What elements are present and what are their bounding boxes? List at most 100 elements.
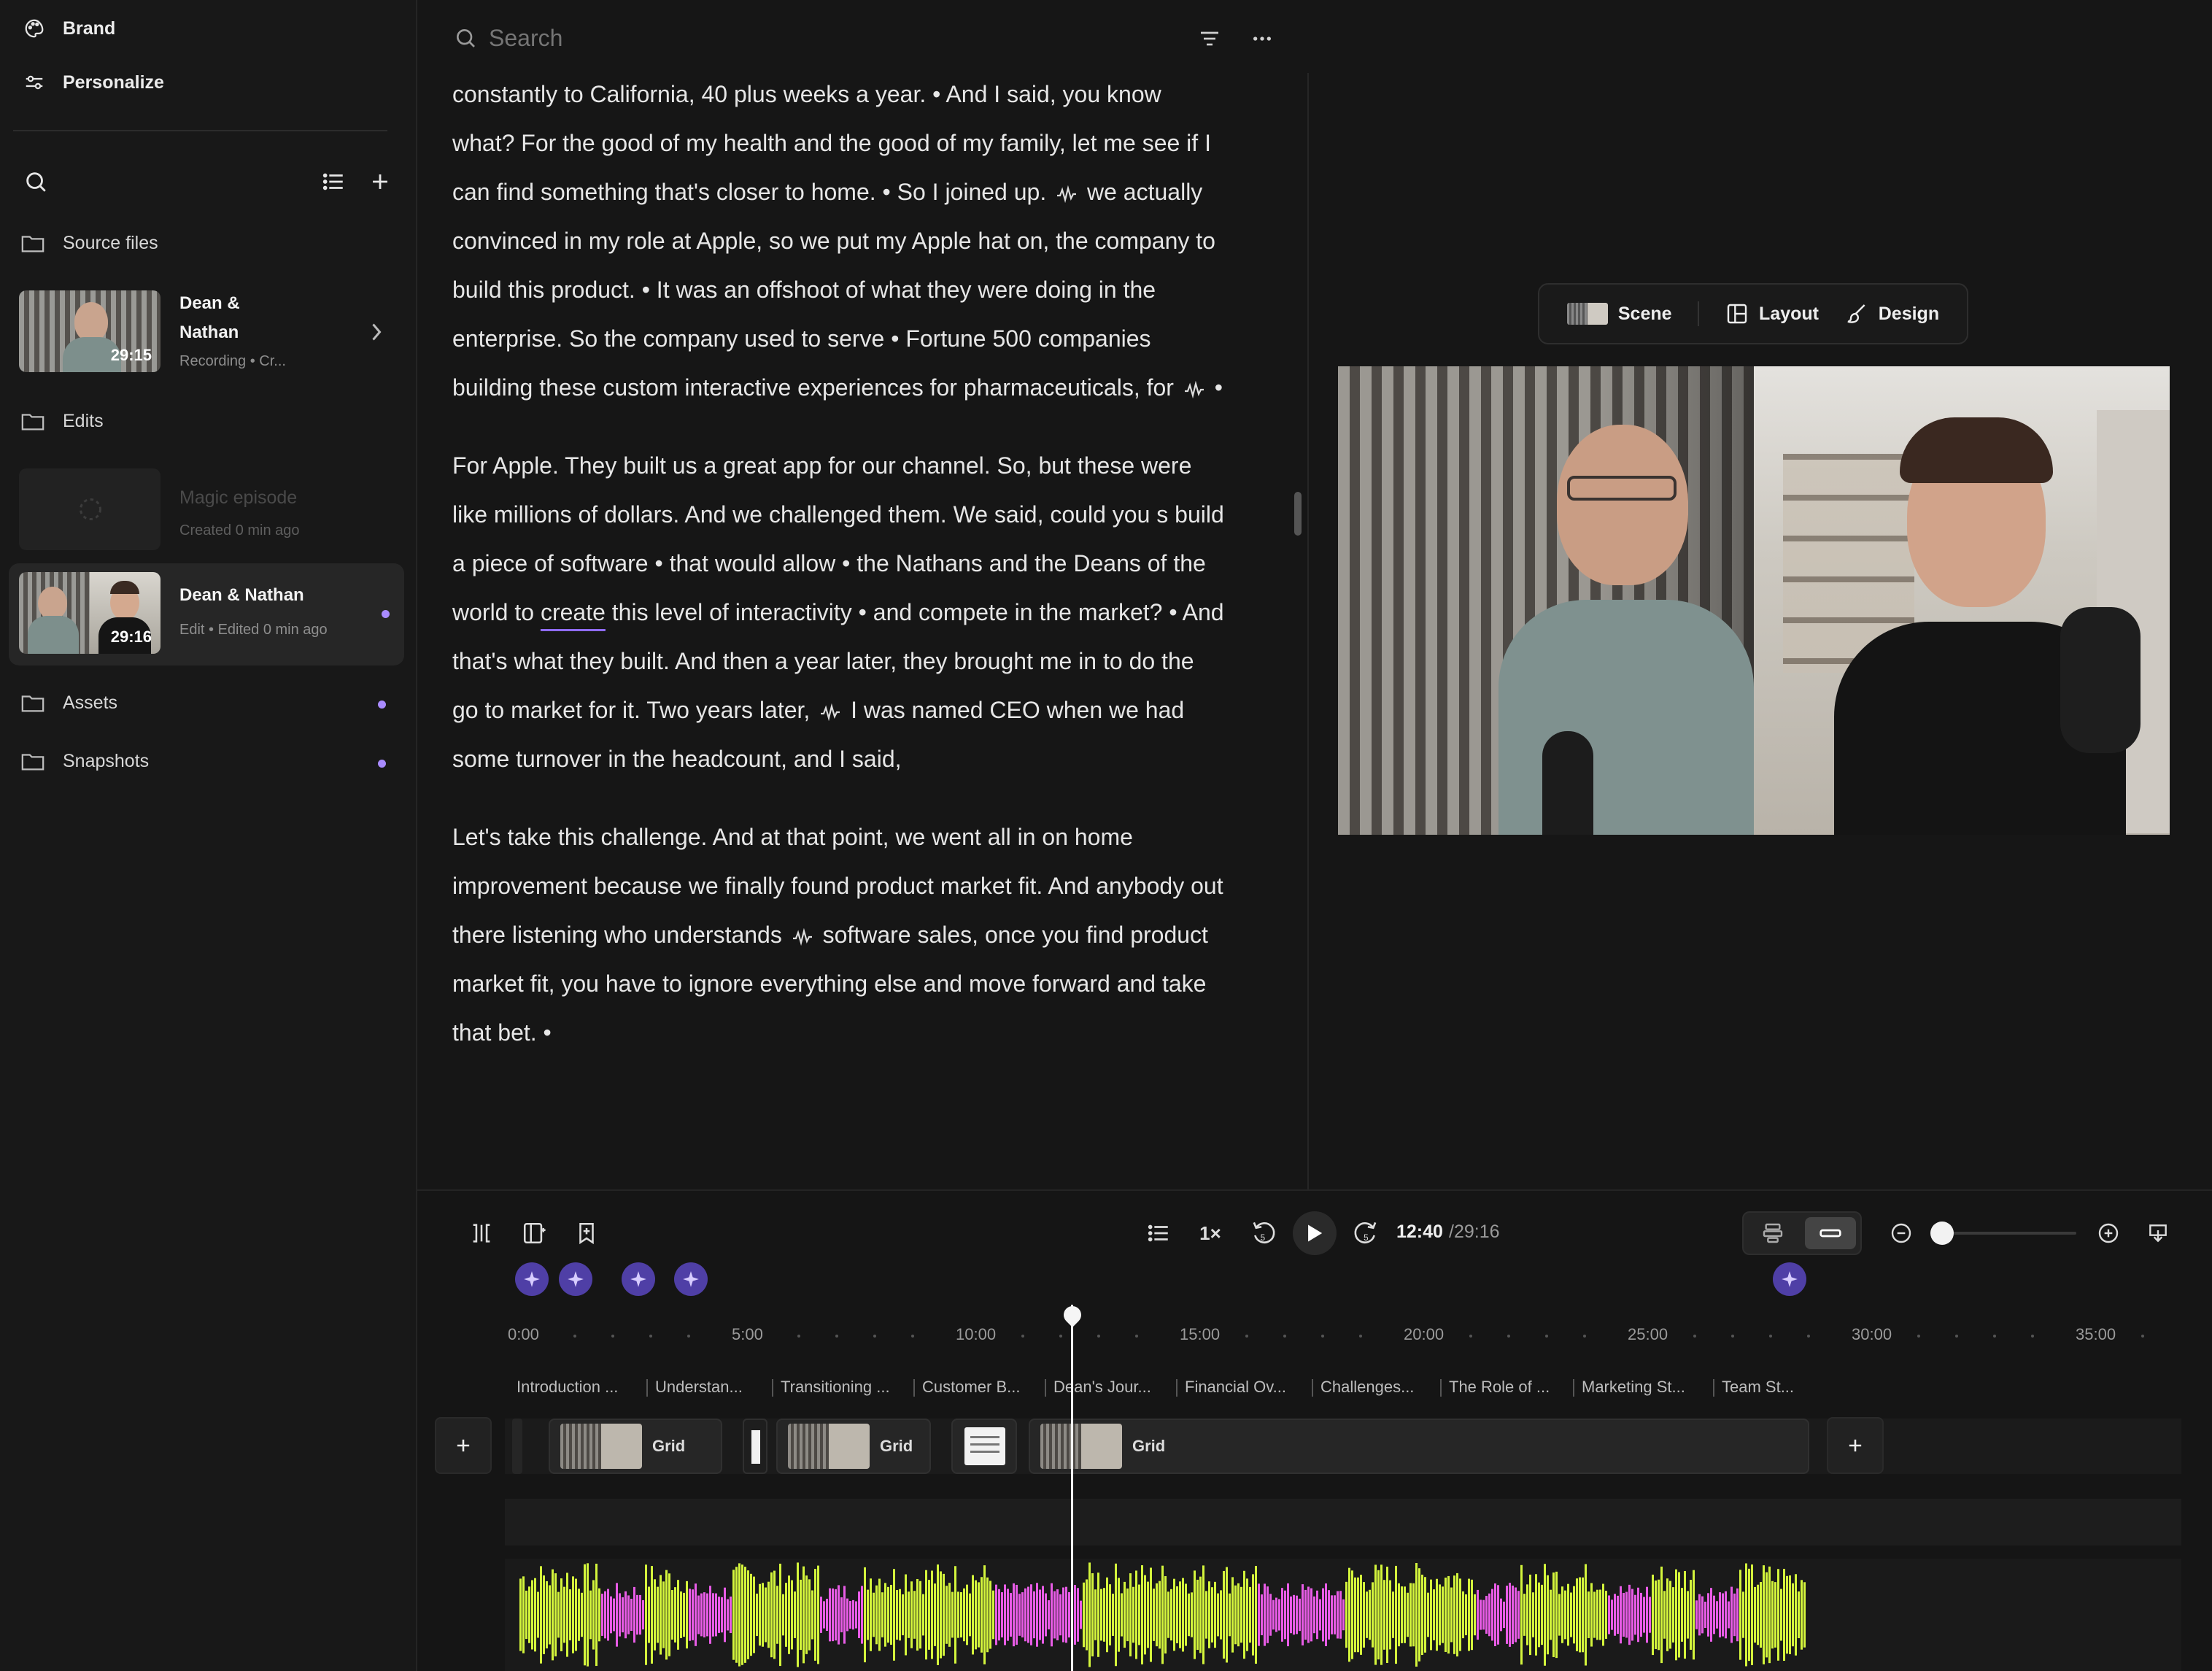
waveform-bar <box>1389 1580 1391 1650</box>
folder-edits[interactable]: Edits <box>20 410 104 432</box>
scene-button[interactable]: Scene <box>1566 303 1672 325</box>
ai-sparkle-marker[interactable] <box>622 1262 655 1296</box>
sidebar-item-personalize[interactable]: Personalize <box>22 70 164 95</box>
playhead-line[interactable] <box>1071 1305 1073 1671</box>
clip-sliver[interactable] <box>512 1419 522 1474</box>
waveform-bar <box>1407 1592 1409 1637</box>
layout-button[interactable]: Layout <box>1725 302 1819 325</box>
waveform-bar <box>1302 1584 1304 1645</box>
zoom-slider-track[interactable] <box>1933 1232 2076 1235</box>
waveform-bar <box>1392 1591 1394 1638</box>
add-layout-icon[interactable] <box>519 1219 549 1248</box>
transcript-paragraph[interactable]: Let's take this challenge. And at that p… <box>452 813 1226 1057</box>
zoom-out-icon[interactable] <box>1887 1219 1916 1248</box>
split-icon[interactable] <box>467 1219 496 1248</box>
list-icon[interactable] <box>321 169 346 194</box>
waveform-bar <box>1421 1574 1423 1656</box>
search-input[interactable] <box>489 20 1145 55</box>
chapter-label[interactable]: Marketing St... <box>1582 1378 1710 1397</box>
chapter-label[interactable]: The Role of ... <box>1449 1378 1570 1397</box>
clip-grid[interactable]: Grid <box>1029 1419 1809 1474</box>
ai-sparkle-marker[interactable] <box>674 1262 708 1296</box>
sidebar-item-brand[interactable]: Brand <box>22 16 115 41</box>
timeline-tick-label: 5:00 <box>732 1325 763 1343</box>
search-icon[interactable] <box>23 169 48 194</box>
add-clip-right-button[interactable] <box>1827 1417 1884 1474</box>
waveform-bar <box>1512 1585 1514 1645</box>
clip-grid[interactable]: Grid <box>549 1419 722 1474</box>
magic-episode-card[interactable]: Magic episode Created 0 min ago <box>9 460 404 562</box>
design-button[interactable]: Design <box>1845 302 1939 325</box>
waveform-bar <box>1001 1592 1003 1637</box>
video-preview[interactable] <box>1338 366 2170 835</box>
overlay-track[interactable] <box>505 1499 2181 1545</box>
ai-sparkle-marker[interactable] <box>1773 1262 1806 1296</box>
waveform-bar <box>1310 1588 1312 1642</box>
waveform-bar <box>1226 1567 1228 1663</box>
chapter-label[interactable]: Challenges... <box>1320 1378 1437 1397</box>
chapter-label[interactable]: Transitioning ... <box>781 1378 910 1397</box>
chapter-label[interactable]: Financial Ov... <box>1185 1378 1309 1397</box>
ai-sparkle-marker[interactable] <box>559 1262 592 1296</box>
folder-source-files[interactable]: Source files <box>20 232 158 254</box>
recording-card[interactable]: 29:15 Dean & Nathan Recording • Cr... <box>9 282 404 384</box>
ai-sparkle-marker[interactable] <box>515 1262 549 1296</box>
loading-spinner-icon <box>80 498 101 520</box>
waveform-bar <box>1328 1590 1330 1640</box>
edit-card-selected[interactable]: 29:16 Dean & Nathan Edit • Edited 0 min … <box>9 563 404 665</box>
add-icon[interactable] <box>368 169 392 194</box>
folder-assets[interactable]: Assets <box>20 692 117 714</box>
panel-divider[interactable] <box>1307 73 1309 1191</box>
timeline-tick-dot <box>1021 1335 1024 1338</box>
waveform-bar <box>633 1586 635 1643</box>
playback-speed-button[interactable]: 1× <box>1194 1219 1227 1248</box>
chapters-list-icon[interactable] <box>1144 1219 1173 1248</box>
download-icon[interactable] <box>2143 1219 2173 1248</box>
rewind-5-icon[interactable]: 5 <box>1249 1217 1278 1249</box>
chevron-right-icon[interactable] <box>368 321 385 343</box>
waveform-bar <box>878 1578 881 1651</box>
bookmark-add-icon[interactable] <box>572 1219 601 1248</box>
waveform-bar <box>1649 1597 1651 1633</box>
chapter-label[interactable]: Customer B... <box>922 1378 1042 1397</box>
transcript-paragraph[interactable]: For Apple. They built us a great app for… <box>452 441 1226 784</box>
waveform-bar <box>1590 1583 1593 1647</box>
folder-snapshots[interactable]: Snapshots <box>20 750 149 772</box>
clip-slide[interactable] <box>951 1419 1017 1474</box>
transcript-scrollbar[interactable] <box>1294 492 1302 536</box>
waveform-bar <box>1191 1592 1193 1637</box>
waveform-bar <box>1377 1570 1380 1660</box>
compact-tracks-icon[interactable] <box>1805 1217 1856 1249</box>
transcript-body[interactable]: constantly to California, 40 plus weeks … <box>452 70 1226 1087</box>
speaker-left-video <box>1338 366 1754 835</box>
duration-label: 29:15 <box>110 346 152 364</box>
clip-mini[interactable] <box>743 1419 767 1474</box>
waveform-bar <box>960 1591 962 1638</box>
waveform-bar <box>636 1594 638 1635</box>
transcript-paragraph[interactable]: constantly to California, 40 plus weeks … <box>452 70 1226 412</box>
waveform-bar <box>867 1589 869 1640</box>
waveform-bar <box>1480 1599 1482 1630</box>
clip-grid[interactable]: Grid <box>776 1419 931 1474</box>
add-clip-left-button[interactable] <box>435 1417 492 1474</box>
waveform-bar <box>744 1567 746 1663</box>
waveform-bar <box>1068 1591 1070 1638</box>
waveform-bar <box>1246 1578 1248 1651</box>
chapter-label[interactable]: Team St... <box>1722 1378 1806 1397</box>
play-button[interactable] <box>1293 1211 1337 1255</box>
zoom-slider-thumb[interactable] <box>1930 1222 1954 1245</box>
waveform-bar <box>873 1592 875 1637</box>
expanded-tracks-icon[interactable] <box>1752 1219 1793 1248</box>
filter-icon[interactable] <box>1198 28 1221 50</box>
waveform-bar <box>1766 1572 1768 1658</box>
waveform-bar <box>823 1601 825 1629</box>
more-options-icon[interactable] <box>1250 28 1274 50</box>
zoom-in-icon[interactable] <box>2094 1219 2123 1248</box>
waveform-bar <box>1007 1589 1009 1641</box>
forward-5-icon[interactable]: 5 <box>1351 1217 1380 1249</box>
chapter-label[interactable]: Introduction ... <box>517 1378 642 1397</box>
waveform-bar <box>1243 1570 1245 1659</box>
chapter-label[interactable]: Understan... <box>655 1378 769 1397</box>
waveform-bar <box>966 1584 968 1645</box>
waveform-bar <box>910 1581 913 1648</box>
